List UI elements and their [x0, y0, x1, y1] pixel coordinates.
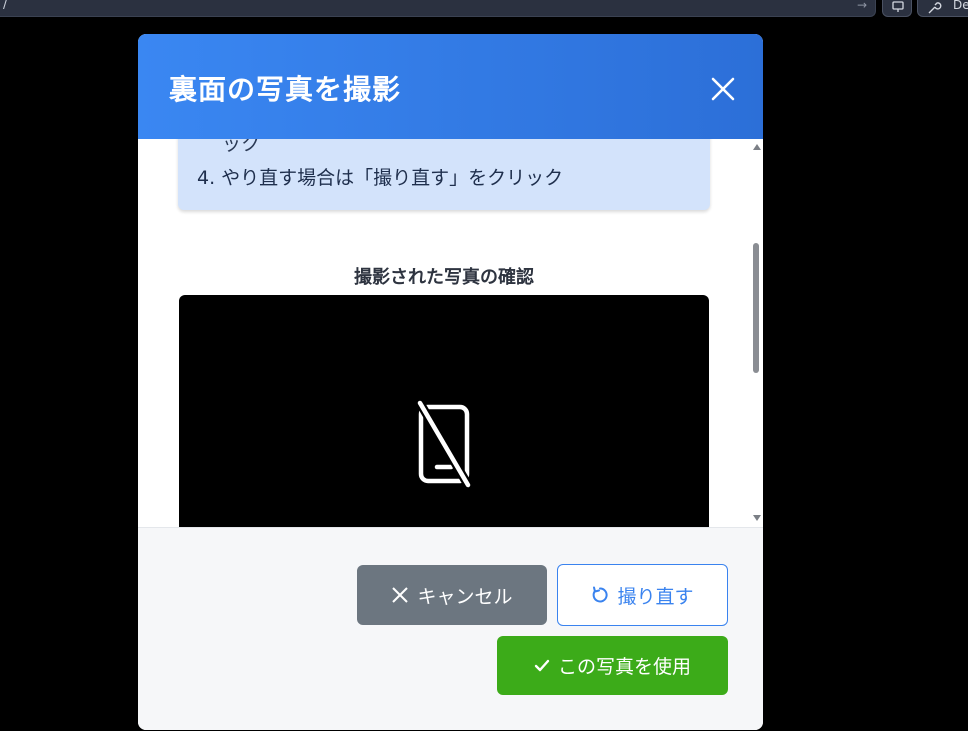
modal-header: 裏面の写真を撮影: [138, 34, 763, 139]
devtools-label: De: [953, 0, 968, 12]
monitor-button[interactable]: [882, 0, 912, 17]
modal-footer: キャンセル 撮り直す この写真を使用: [138, 527, 763, 730]
cancel-label: キャンセル: [417, 585, 513, 608]
close-icon: [711, 77, 735, 101]
preview-label: 撮影された写真の確認: [354, 267, 534, 288]
monitor-icon: [892, 1, 904, 12]
use-photo-label: この写真を使用: [557, 656, 691, 678]
x-icon: [391, 586, 409, 604]
photo-preview: [179, 295, 709, 527]
scroll-down-icon[interactable]: [753, 515, 761, 521]
use-photo-button[interactable]: この写真を使用: [497, 636, 728, 695]
retake-label: 撮り直す: [617, 585, 694, 608]
close-button[interactable]: [706, 72, 740, 106]
instructions-box: ック 4. やり直す場合は「撮り直す」をクリック: [178, 139, 710, 210]
scrollbar-thumb[interactable]: [753, 243, 759, 373]
browser-toolbar: / → De: [0, 0, 968, 20]
devtools-button[interactable]: De: [917, 0, 968, 17]
modal-body[interactable]: ック 4. やり直す場合は「撮り直す」をクリック 撮影された写真の確認: [138, 139, 763, 527]
instruction-step-4: 4. やり直す場合は「撮り直す」をクリック: [197, 167, 564, 189]
modal-title: 裏面の写真を撮影: [169, 73, 402, 106]
cancel-button[interactable]: キャンセル: [357, 565, 547, 625]
wrench-icon: [928, 2, 942, 14]
instruction-continued: ック: [222, 139, 261, 155]
arrow-right-icon[interactable]: →: [857, 0, 867, 12]
url-field[interactable]: / →: [0, 0, 876, 17]
retake-button[interactable]: 撮り直す: [557, 564, 728, 626]
rotate-ccw-icon: [591, 586, 609, 604]
modal-scrollbar[interactable]: [750, 139, 763, 527]
phone-off-icon: [417, 400, 471, 488]
photo-capture-modal: 裏面の写真を撮影 ック 4. やり直す場合は「撮り直す」をクリック 撮影された写…: [138, 34, 763, 730]
scroll-up-icon[interactable]: [753, 144, 761, 150]
url-text: /: [3, 0, 8, 12]
check-icon: [534, 659, 550, 673]
